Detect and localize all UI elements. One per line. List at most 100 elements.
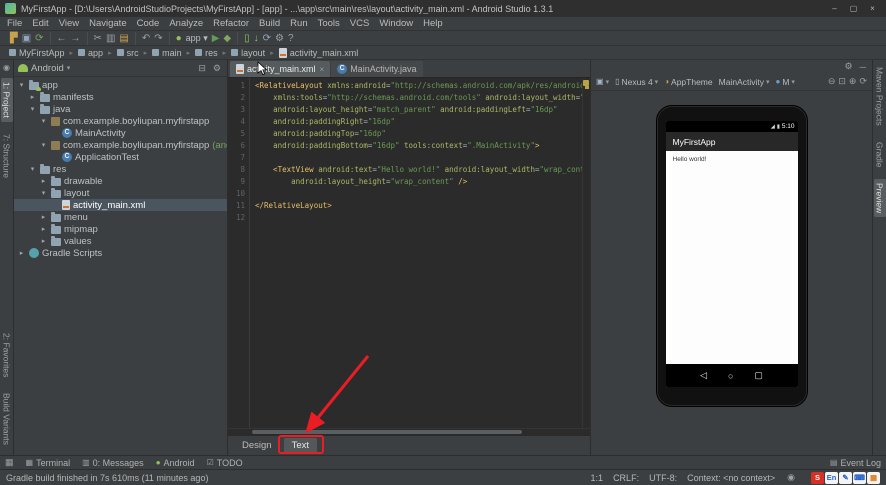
code-line-2[interactable]: xmlns:tools="http://schemas.android.com/… [255, 92, 582, 104]
theme-selector[interactable]: ◑ AppTheme [664, 77, 712, 87]
recents-icon[interactable]: ▢ [754, 370, 763, 381]
back-icon[interactable]: ◁ [700, 370, 707, 381]
cut-icon[interactable]: ✂ [94, 32, 102, 45]
vertical-scrollbar[interactable] [582, 78, 590, 428]
maximize-button[interactable]: ▢ [845, 4, 862, 13]
home-icon[interactable]: ○ [728, 371, 733, 381]
ime-keyboard-icon[interactable]: ⌨ [853, 472, 866, 484]
code-line-10[interactable] [255, 188, 582, 200]
chevron-expanded-icon[interactable]: ▾ [39, 141, 48, 149]
tree-item-java[interactable]: ▾java [14, 103, 227, 115]
help-icon[interactable]: ? [288, 32, 294, 45]
ime-mode-icon[interactable]: En [825, 472, 838, 484]
toolwindow-terminal[interactable]: ▦Terminal [26, 458, 71, 468]
toolwindow-button-gradle[interactable]: Gradle [874, 138, 886, 172]
menu-vcs[interactable]: VCS [345, 18, 375, 29]
zoom-in-icon[interactable]: ⊕ [849, 76, 857, 87]
breadcrumb-item-res[interactable]: res [192, 48, 221, 58]
open-icon[interactable]: ▛ [10, 32, 18, 45]
hide-panel-icon[interactable]: ─ [858, 62, 868, 72]
close-icon[interactable]: × [320, 65, 325, 74]
api-level-selector[interactable]: ● M ▾ [775, 77, 794, 87]
ime-toolbox-icon[interactable]: ▦ [867, 472, 880, 484]
toolwindow-switcher-icon[interactable]: ▦ [5, 457, 14, 468]
zoom-actual-icon[interactable]: ⊡ [838, 76, 846, 87]
breadcrumb-item-activity-main-xml[interactable]: activity_main.xml [276, 48, 362, 58]
toolwindow-button-1-project[interactable]: 1: Project [1, 78, 13, 122]
menu-refactor[interactable]: Refactor [208, 18, 254, 29]
debug-icon[interactable]: ◆ [223, 32, 231, 45]
editor-tab-activity-main-xml[interactable]: activity_main.xml× [230, 61, 330, 77]
collapse-all-icon[interactable]: ⊟ [196, 63, 208, 74]
code-line-1[interactable]: <RelativeLayout xmlns:android="http://sc… [255, 80, 582, 92]
sync-icon[interactable]: ⟳ [35, 32, 43, 45]
captures-icon[interactable]: ◉ [3, 60, 10, 78]
avd-manager-icon[interactable]: ▯ [244, 32, 250, 45]
toolwindow-button-build-variants[interactable]: Build Variants [1, 389, 13, 449]
tree-item-values[interactable]: ▸values [14, 235, 227, 247]
designer-tab-text[interactable]: Text [284, 438, 317, 453]
configuration-selector[interactable]: ▣ ▾ [596, 77, 609, 86]
tree-item-activity-main-xml[interactable]: activity_main.xml [14, 199, 227, 211]
editor-tab-mainactivity-java[interactable]: CMainActivity.java [331, 61, 422, 77]
caret-position[interactable]: 1:1 [591, 473, 604, 483]
minimize-button[interactable]: – [826, 4, 843, 13]
chevron-expanded-icon[interactable]: ▾ [39, 189, 48, 197]
menu-code[interactable]: Code [132, 18, 165, 29]
toolwindow-messages[interactable]: ▥0: Messages [82, 458, 144, 468]
tree-item-manifests[interactable]: ▸manifests [14, 91, 227, 103]
code-line-12[interactable] [255, 212, 582, 224]
device-selector[interactable]: ▯ Nexus 4 ▾ [615, 77, 658, 87]
tree-item-menu[interactable]: ▸menu [14, 211, 227, 223]
preview-gear-icon[interactable]: ⚙ [843, 61, 855, 72]
line-ending-indicator[interactable]: CRLF: [613, 473, 639, 483]
breadcrumb-item-main[interactable]: main [149, 48, 185, 58]
toolwindow-todo[interactable]: ☑TODO [207, 458, 243, 468]
gradle-sync-icon[interactable]: ⟳ [263, 32, 271, 45]
activity-selector[interactable]: MainActivity ▾ [719, 77, 770, 87]
zoom-out-icon[interactable]: ⊖ [828, 76, 836, 87]
code-area[interactable]: <RelativeLayout xmlns:android="http://sc… [250, 78, 582, 428]
sdk-manager-icon[interactable]: ↓ [254, 32, 259, 45]
undo-icon[interactable]: ↶ [142, 32, 150, 45]
breadcrumb-item-app[interactable]: app [75, 48, 106, 58]
tree-item-mainactivity[interactable]: CMainActivity [14, 127, 227, 139]
tree-item-layout[interactable]: ▾layout [14, 187, 227, 199]
code-line-4[interactable]: android:paddingRight="16dp" [255, 116, 582, 128]
code-line-8[interactable]: <TextView android:text="Hello world!" an… [255, 164, 582, 176]
chevron-expanded-icon[interactable]: ▾ [28, 105, 37, 113]
ime-handwriting-icon[interactable]: ✎ [839, 472, 852, 484]
menu-navigate[interactable]: Navigate [84, 18, 132, 29]
breadcrumb-item-src[interactable]: src [114, 48, 142, 58]
toolwindow-button-2-favorites[interactable]: 2: Favorites [1, 329, 13, 381]
redo-icon[interactable]: ↷ [154, 32, 162, 45]
menu-view[interactable]: View [54, 18, 84, 29]
run-config-android-icon[interactable]: ● [176, 32, 182, 45]
code-line-5[interactable]: android:paddingTop="16dp" [255, 128, 582, 140]
inspections-profile-icon[interactable]: ◉ [785, 472, 797, 483]
chevron-expanded-icon[interactable]: ▾ [28, 165, 37, 173]
project-view-selector[interactable]: Android [31, 63, 64, 74]
chevron-collapsed-icon[interactable]: ▸ [39, 237, 48, 245]
chevron-collapsed-icon[interactable]: ▸ [39, 177, 48, 185]
context-indicator[interactable]: Context: <no context> [687, 473, 775, 483]
menu-window[interactable]: Window [374, 18, 418, 29]
code-line-3[interactable]: android:layout_height="match_parent" and… [255, 104, 582, 116]
tree-item-mipmap[interactable]: ▸mipmap [14, 223, 227, 235]
tree-item-gradle-scripts[interactable]: ▸Gradle Scripts [14, 247, 227, 259]
breadcrumb-item-layout[interactable]: layout [228, 48, 268, 58]
chevron-expanded-icon[interactable]: ▾ [39, 117, 48, 125]
encoding-indicator[interactable]: UTF-8: [649, 473, 677, 483]
forward-arrow-icon[interactable]: → [71, 32, 81, 45]
horizontal-scrollbar[interactable] [228, 428, 590, 435]
chevron-expanded-icon[interactable]: ▾ [17, 81, 26, 89]
menu-run[interactable]: Run [285, 18, 312, 29]
save-all-icon[interactable]: ▣ [22, 32, 31, 45]
chevron-collapsed-icon[interactable]: ▸ [39, 213, 48, 221]
toolwindow-event-log[interactable]: ▤Event Log [830, 458, 881, 468]
scrollbar-thumb[interactable] [252, 430, 522, 434]
toolwindow-button-7-structure[interactable]: 7: Structure [1, 130, 13, 182]
toolwindow-android[interactable]: ●Android [156, 458, 195, 468]
status-message[interactable]: Gradle build finished in 7s 610ms (11 mi… [6, 473, 208, 483]
code-line-6[interactable]: android:paddingBottom="16dp" tools:conte… [255, 140, 582, 152]
